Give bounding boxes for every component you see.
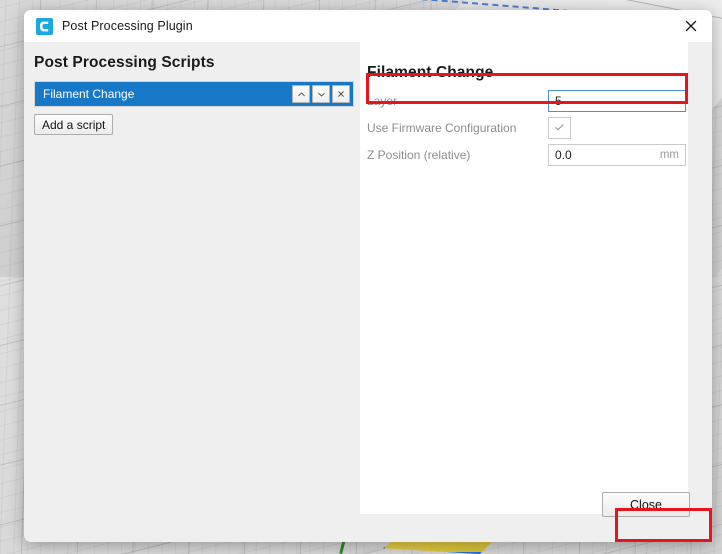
dialog-title: Post Processing Plugin [62, 19, 193, 33]
chevron-up-icon[interactable] [292, 85, 310, 103]
close-icon[interactable] [674, 11, 708, 41]
close-button[interactable]: Close [602, 492, 690, 517]
setting-row-layer: Layer 5 [367, 87, 686, 114]
dialog-body: Post Processing Scripts Filament Change [24, 42, 712, 542]
z-position-input-unit: mm [659, 148, 679, 161]
z-position-input[interactable]: 0.0 mm [548, 143, 686, 166]
setting-label-z-position: Z Position (relative) [367, 147, 471, 162]
dialog-footer: Close [24, 482, 712, 542]
setting-label-use-firmware-configuration: Use Firmware Configuration [367, 120, 517, 135]
dialog-titlebar[interactable]: Post Processing Plugin [24, 10, 712, 42]
checkmark-icon [555, 124, 564, 131]
setting-row-z-position: Z Position (relative) 0.0 mm [367, 141, 686, 168]
script-list[interactable]: Filament Change [34, 81, 354, 107]
layer-input-value: 5 [555, 93, 562, 108]
scripts-panel: Post Processing Scripts Filament Change [34, 54, 364, 135]
post-processing-dialog: Post Processing Plugin Post Processing S… [24, 10, 712, 542]
script-settings-heading: Filament Change [367, 64, 494, 81]
layer-input[interactable]: 5 [548, 89, 686, 112]
setting-row-use-firmware-configuration: Use Firmware Configuration [367, 114, 686, 141]
cura-logo-icon [36, 17, 53, 35]
script-item-actions [292, 85, 353, 103]
z-position-input-value: 0.0 [555, 147, 572, 162]
chevron-down-icon[interactable] [312, 85, 330, 103]
scripts-panel-heading: Post Processing Scripts [34, 54, 215, 71]
use-firmware-configuration-checkbox[interactable] [548, 116, 571, 139]
script-settings-panel: Filament Change Layer 5 Use Firmware Con… [360, 42, 688, 514]
list-item[interactable]: Filament Change [35, 82, 353, 106]
script-item-label: Filament Change [43, 87, 135, 101]
add-script-button[interactable]: Add a script [34, 114, 114, 135]
setting-label-layer: Layer [367, 93, 398, 108]
remove-script-icon[interactable] [332, 85, 350, 103]
script-settings-rows: Layer 5 Use Firmware Configuration Z Pos… [367, 87, 686, 168]
